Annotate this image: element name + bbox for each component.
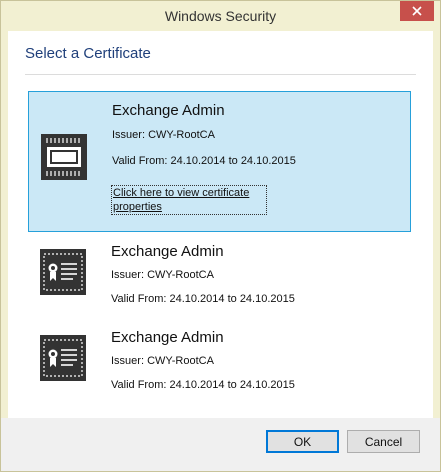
certificate-item-2[interactable]: Exchange Admin Issuer: CWY-RootCA Valid …: [28, 237, 411, 317]
title-bar[interactable]: Windows Security: [1, 1, 440, 31]
certificate-icon: [40, 249, 86, 295]
certificate-issuer: Issuer: CWY-RootCA: [112, 129, 215, 141]
certificate-icon: [40, 335, 86, 381]
certificate-item-3[interactable]: Exchange Admin Issuer: CWY-RootCA Valid …: [28, 323, 411, 403]
certificate-name: Exchange Admin: [112, 102, 225, 119]
certificate-validity: Valid From: 24.10.2014 to 24.10.2015: [111, 379, 295, 391]
view-certificate-properties-link[interactable]: Click here to view certificate propertie…: [111, 185, 267, 215]
windows-security-dialog: Windows Security Select a Certificate Ex…: [0, 0, 441, 472]
heading-separator: [25, 74, 416, 75]
certificate-validity: Valid From: 24.10.2014 to 24.10.2015: [111, 293, 295, 305]
certificate-issuer: Issuer: CWY-RootCA: [111, 355, 214, 367]
dialog-content: Select a Certificate Exchange Admin Issu…: [8, 31, 433, 418]
dialog-heading: Select a Certificate: [25, 45, 151, 62]
ok-button[interactable]: OK: [266, 430, 339, 453]
certificate-name: Exchange Admin: [111, 243, 224, 260]
close-icon: [412, 6, 422, 16]
button-bar: OK Cancel: [1, 418, 440, 471]
certificate-item-1[interactable]: Exchange Admin Issuer: CWY-RootCA Valid …: [28, 91, 411, 232]
cancel-button[interactable]: Cancel: [347, 430, 420, 453]
certificate-name: Exchange Admin: [111, 329, 224, 346]
chip-certificate-icon: [41, 134, 87, 180]
certificate-validity: Valid From: 24.10.2014 to 24.10.2015: [112, 155, 296, 167]
close-button[interactable]: [400, 1, 434, 21]
window-title: Windows Security: [164, 8, 277, 24]
certificate-issuer: Issuer: CWY-RootCA: [111, 269, 214, 281]
